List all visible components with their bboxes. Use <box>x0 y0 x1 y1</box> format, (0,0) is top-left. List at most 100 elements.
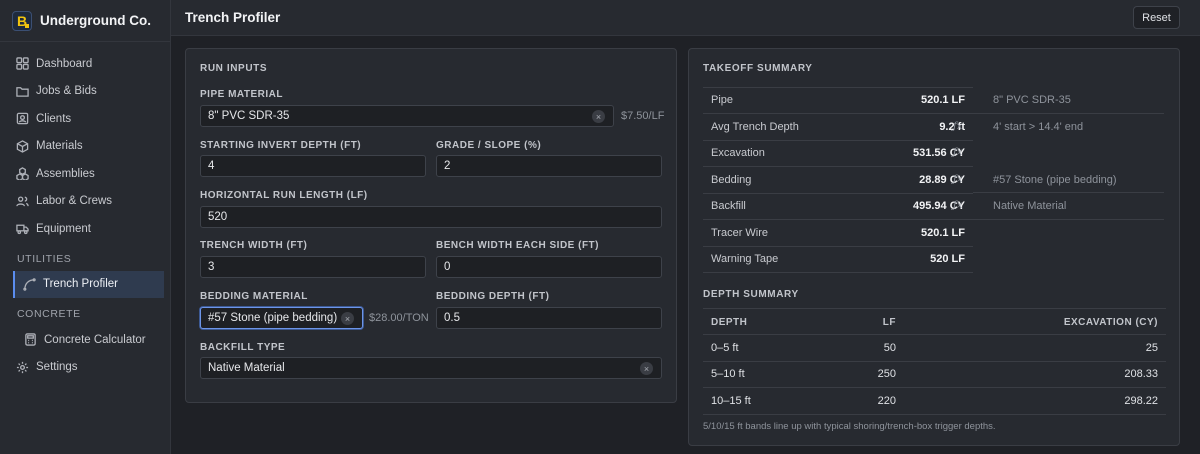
start-invert-input[interactable]: 4 <box>200 155 426 177</box>
sidebar-item-clients[interactable]: Clients <box>0 105 170 133</box>
takeoff-note: 4' start > 14.4' end <box>993 120 1084 133</box>
clear-bedding-material-icon[interactable]: × <box>341 312 354 325</box>
backfill-label: BACKFILL TYPE <box>200 342 286 353</box>
sidebar-item-concrete-calculator[interactable]: Concrete Calculator <box>0 326 170 354</box>
takeoff-note: #57 Stone (pipe bedding) <box>993 173 1117 186</box>
bedding-material-value: #57 Stone (pipe bedding) <box>208 312 338 324</box>
takeoff-summary-title: TAKEOFF SUMMARY <box>703 63 813 74</box>
pipe-material-price: $7.50/LF <box>621 110 665 122</box>
calculator-icon <box>24 333 37 346</box>
formula-icon[interactable]: ƒx <box>953 174 962 185</box>
sidebar-item-settings[interactable]: Settings <box>0 354 170 382</box>
clear-backfill-icon[interactable]: × <box>640 362 653 375</box>
takeoff-row-excavation: Excavation 531.56 CY ƒx <box>703 140 973 167</box>
col-excavation: EXCAVATION (CY) <box>1063 317 1158 328</box>
page-title: Trench Profiler <box>185 10 281 25</box>
sidebar-item-assemblies[interactable]: Assemblies <box>0 160 170 188</box>
truck-icon <box>16 222 29 235</box>
grade-input[interactable]: 2 <box>436 155 662 177</box>
takeoff-label: Excavation <box>711 146 765 159</box>
bedding-depth-label: BEDDING DEPTH (FT) <box>436 291 550 302</box>
takeoff-row-warning-tape: Warning Tape 520 LF <box>703 246 973 273</box>
depth-cell: 5–10 ft <box>711 368 745 380</box>
sidebar: B Underground Co. Dashboard Jobs & Bids … <box>0 0 171 454</box>
takeoff-row-backfill: Backfill 495.94 CY ƒx Native Material <box>703 193 1066 220</box>
grid-icon <box>16 57 29 70</box>
bench-width-input[interactable]: 0 <box>436 256 662 278</box>
section-label-utilities: UTILITIES <box>17 252 72 265</box>
formula-icon[interactable]: ƒx <box>953 121 962 132</box>
sidebar-item-label: Equipment <box>36 222 91 235</box>
sidebar-item-materials[interactable]: Materials <box>0 133 170 161</box>
sidebar-item-label: Dashboard <box>36 57 93 70</box>
reset-button[interactable]: Reset <box>1133 6 1180 29</box>
contact-icon <box>16 112 29 125</box>
divider <box>973 192 1164 193</box>
sidebar-item-trench-profiler[interactable]: Trench Profiler <box>13 270 164 298</box>
run-length-value: 520 <box>208 211 228 223</box>
sidebar-item-label: Trench Profiler <box>43 278 118 291</box>
run-length-input[interactable]: 520 <box>200 206 662 228</box>
backfill-select[interactable]: Native Material × <box>200 357 662 379</box>
takeoff-row-bedding: Bedding 28.89 CY ƒx #57 Stone (pipe bedd… <box>703 167 1117 194</box>
takeoff-summary-panel: TAKEOFF SUMMARY Pipe 520.1 LF 8" PVC SDR… <box>688 48 1180 446</box>
trench-width-label: TRENCH WIDTH (FT) <box>200 240 308 251</box>
bench-width-value: 0 <box>444 261 451 273</box>
brand-logo: B <box>12 10 32 31</box>
col-depth: DEPTH <box>711 317 748 328</box>
brand-name: Underground Co. <box>40 13 151 28</box>
bedding-material-label: BEDDING MATERIAL <box>200 291 308 302</box>
start-invert-value: 4 <box>208 160 215 172</box>
run-inputs-panel: RUN INPUTS PIPE MATERIAL 8" PVC SDR-35 ×… <box>185 48 677 403</box>
sidebar-item-label: Concrete Calculator <box>44 333 146 346</box>
bedding-depth-value: 0.5 <box>444 312 460 324</box>
col-lf: LF <box>882 317 896 328</box>
sidebar-item-label: Settings <box>36 361 78 374</box>
takeoff-value: 520 LF <box>930 252 965 265</box>
sidebar-item-equipment[interactable]: Equipment <box>0 215 170 243</box>
takeoff-label: Bedding <box>711 173 752 186</box>
bedding-material-select[interactable]: #57 Stone (pipe bedding) × <box>200 307 363 329</box>
boxes-icon <box>16 167 29 181</box>
bedding-material-price: $28.00/TON <box>369 312 429 324</box>
box-icon <box>16 139 29 153</box>
table-row: 10–15 ft 220 298.22 <box>703 388 1166 415</box>
trench-width-input[interactable]: 3 <box>200 256 426 278</box>
curve-icon <box>23 278 36 291</box>
takeoff-value: 520.1 LF <box>920 94 965 107</box>
trench-width-value: 3 <box>208 261 215 273</box>
table-row: 0–5 ft 50 25 <box>703 335 1166 362</box>
sidebar-item-label: Materials <box>36 140 83 153</box>
takeoff-row-pipe: Pipe 520.1 LF 8" PVC SDR-35 <box>703 87 1071 114</box>
takeoff-value: 520.1 LF <box>920 226 965 239</box>
divider <box>973 113 1164 114</box>
sidebar-item-label: Assemblies <box>36 167 95 180</box>
bench-width-label: BENCH WIDTH EACH SIDE (FT) <box>436 240 599 251</box>
bedding-depth-input[interactable]: 0.5 <box>436 307 662 329</box>
pipe-material-select[interactable]: 8" PVC SDR-35 × <box>200 105 614 127</box>
sidebar-item-dashboard[interactable]: Dashboard <box>0 50 170 78</box>
sidebar-item-labor-crews[interactable]: Labor & Crews <box>0 188 170 216</box>
takeoff-label: Pipe <box>711 94 734 107</box>
sidebar-item-label: Jobs & Bids <box>36 85 97 98</box>
lf-cell: 50 <box>883 342 896 354</box>
takeoff-row-tracer-wire: Tracer Wire 520.1 LF <box>703 220 973 247</box>
depth-summary-title: DEPTH SUMMARY <box>703 289 799 300</box>
takeoff-note: Native Material <box>993 199 1067 212</box>
depth-table-header: DEPTH LF EXCAVATION (CY) <box>703 308 1166 335</box>
takeoff-label: Warning Tape <box>711 252 779 265</box>
gear-icon <box>16 361 29 374</box>
pipe-material-label: PIPE MATERIAL <box>200 89 283 100</box>
run-inputs-title: RUN INPUTS <box>200 63 268 74</box>
brand[interactable]: B Underground Co. <box>0 0 170 42</box>
clear-pipe-material-icon[interactable]: × <box>592 110 605 123</box>
sidebar-item-jobs-bids[interactable]: Jobs & Bids <box>0 78 170 106</box>
formula-icon[interactable]: ƒx <box>953 200 962 211</box>
takeoff-note: 8" PVC SDR-35 <box>993 94 1071 107</box>
top-header: Trench Profiler Reset <box>171 0 1200 36</box>
table-row: 5–10 ft 250 208.33 <box>703 361 1166 388</box>
start-invert-label: STARTING INVERT DEPTH (FT) <box>200 140 362 151</box>
section-label-concrete: CONCRETE <box>17 308 81 320</box>
formula-icon[interactable]: ƒx <box>953 147 962 158</box>
takeoff-row-avg-trench-depth: Avg Trench Depth 9.2 ft ƒx 4' start > 14… <box>703 114 1083 141</box>
